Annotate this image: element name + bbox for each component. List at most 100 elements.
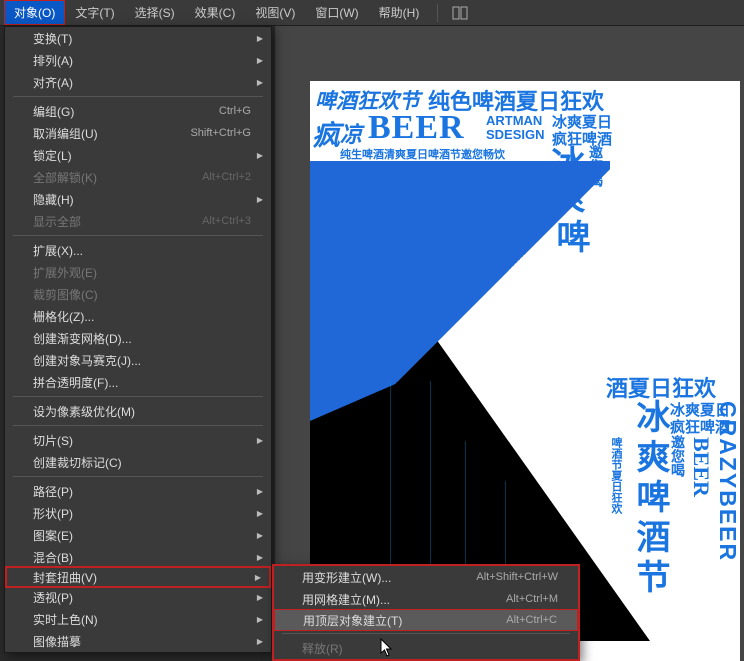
submenu-item: 释放(R) — [274, 637, 578, 659]
menubar-select[interactable]: 选择(S) — [125, 0, 185, 25]
art-text: 邀您喝 — [668, 435, 688, 477]
menu-item-label: 排列(A) — [33, 52, 73, 69]
menu-item-label: 栅格化(Z)... — [33, 308, 94, 325]
menu-item[interactable]: 栅格化(Z)... — [5, 305, 271, 327]
menu-separator — [13, 476, 263, 477]
art-text: BEER — [368, 109, 465, 147]
menu-item[interactable]: 封套扭曲(V) — [5, 566, 271, 588]
menu-item[interactable]: 图案(E) — [5, 524, 271, 546]
menu-item-label: 拼合透明度(F)... — [33, 374, 118, 391]
menu-item-label: 变换(T) — [33, 30, 72, 47]
menu-item-shortcut: Alt+Shift+Ctrl+W — [476, 571, 558, 583]
envelope-distort-submenu: 用变形建立(W)... Alt+Shift+Ctrl+W 用网格建立(M)... Al… — [272, 564, 580, 661]
menu-separator — [13, 396, 263, 397]
menubar-separator — [437, 4, 438, 22]
menu-item: 扩展外观(E) — [5, 261, 271, 283]
art-text: 酒 — [626, 519, 675, 553]
menu-item[interactable]: 对齐(A) — [5, 71, 271, 93]
menu-item[interactable]: 设为像素级优化(M) — [5, 400, 271, 422]
menu-item-label: 用变形建立(W)... — [302, 569, 391, 586]
object-menu: 变换(T) 排列(A) 对齐(A) 编组(G) Ctrl+G 取消编组(U) Shift+C… — [4, 26, 272, 653]
submenu-item[interactable]: 用变形建立(W)... Alt+Shift+Ctrl+W — [274, 566, 578, 588]
menu-item-label: 透视(P) — [33, 589, 73, 606]
menu-item-label: 创建对象马赛克(J)... — [33, 352, 141, 369]
menu-item-label: 编组(G) — [33, 103, 74, 120]
art-text: CRAZYBEER — [714, 401, 741, 562]
menu-item[interactable]: 创建渐变网格(D)... — [5, 327, 271, 349]
menu-item[interactable]: 编组(G) Ctrl+G — [5, 100, 271, 122]
menu-item: 全部解锁(K) Alt+Ctrl+2 — [5, 166, 271, 188]
menu-item[interactable]: 形状(P) — [5, 502, 271, 524]
menu-item[interactable]: 锁定(L) — [5, 144, 271, 166]
menu-item-label: 创建裁切标记(C) — [33, 454, 122, 471]
menu-separator — [13, 96, 263, 97]
art-text: ARTMAN — [486, 113, 542, 128]
menu-item-label: 扩展(X)... — [33, 242, 83, 259]
menu-item[interactable]: 混合(B) — [5, 546, 271, 568]
art-text: 节 — [626, 559, 675, 593]
menubar-window[interactable]: 窗口(W) — [305, 0, 368, 25]
art-text: 疯 — [312, 114, 340, 154]
menu-item[interactable]: 拼合透明度(F)... — [5, 371, 271, 393]
art-text: 啤 — [626, 479, 675, 513]
art-text: 凉 — [340, 117, 362, 149]
menu-item[interactable]: 创建对象马赛克(J)... — [5, 349, 271, 371]
menu-item-label: 混合(B) — [33, 549, 73, 566]
menu-item-label: 创建渐变网格(D)... — [33, 330, 132, 347]
menu-separator — [13, 425, 263, 426]
mouse-cursor-icon — [380, 638, 394, 658]
menubar-type[interactable]: 文字(T) — [65, 0, 124, 25]
art-text: 啤酒节夏日狂欢 — [608, 437, 624, 514]
menu-item[interactable]: 实时上色(N) — [5, 608, 271, 630]
menubar-view[interactable]: 视图(V) — [245, 0, 305, 25]
menu-item[interactable]: 排列(A) — [5, 49, 271, 71]
menu-item-label: 显示全部 — [33, 213, 81, 230]
menu-item[interactable]: 隐藏(H) — [5, 188, 271, 210]
menu-item[interactable]: 变换(T) — [5, 27, 271, 49]
menu-item[interactable]: 取消编组(U) Shift+Ctrl+G — [5, 122, 271, 144]
menu-item-shortcut: Ctrl+G — [219, 105, 251, 117]
menu-item-label: 图案(E) — [33, 527, 73, 544]
menu-item-shortcut: Alt+Ctrl+3 — [202, 215, 251, 227]
menu-item-label: 锁定(L) — [33, 147, 72, 164]
menu-item-label: 用顶层对象建立(T) — [303, 612, 402, 629]
menu-item-label: 封套扭曲(V) — [33, 569, 97, 586]
menu-item[interactable]: 扩展(X)... — [5, 239, 271, 261]
menu-item-label: 扩展外观(E) — [33, 264, 97, 281]
menu-item-shortcut: Alt+Ctrl+2 — [202, 171, 251, 183]
menu-item-label: 实时上色(N) — [33, 611, 98, 628]
menu-item-label: 裁剪图像(C) — [33, 286, 98, 303]
menu-item[interactable]: 创建裁切标记(C) — [5, 451, 271, 473]
arrange-docs-icon[interactable] — [452, 5, 468, 21]
menu-item-label: 切片(S) — [33, 432, 73, 449]
menu-item[interactable]: 透视(P) — [5, 586, 271, 608]
art-text: 冰 — [626, 399, 675, 433]
menu-item[interactable]: 切片(S) — [5, 429, 271, 451]
menu-item: 显示全部 Alt+Ctrl+3 — [5, 210, 271, 232]
menubar-help[interactable]: 帮助(H) — [369, 0, 430, 25]
menu-item[interactable]: 路径(P) — [5, 480, 271, 502]
menu-item-label: 取消编组(U) — [33, 125, 98, 142]
submenu-item[interactable]: 用网格建立(M)... Alt+Ctrl+M — [274, 588, 578, 610]
menu-item-label: 隐藏(H) — [33, 191, 74, 208]
menu-item-label: 全部解锁(K) — [33, 169, 97, 186]
menu-item-label: 用网格建立(M)... — [302, 591, 390, 608]
art-text: BEER — [688, 437, 714, 497]
menu-item-label: 形状(P) — [33, 505, 73, 522]
menu-item-label: 路径(P) — [33, 483, 73, 500]
menu-item-label: 对齐(A) — [33, 74, 73, 91]
menu-item-label: 设为像素级优化(M) — [33, 403, 135, 420]
submenu-item[interactable]: 用顶层对象建立(T) Alt+Ctrl+C — [274, 609, 578, 631]
menubar-effect[interactable]: 效果(C) — [185, 0, 246, 25]
menu-item-label: 释放(R) — [302, 640, 343, 657]
menu-item-shortcut: Alt+Ctrl+M — [506, 593, 558, 605]
menu-item-label: 图像描摹 — [33, 633, 81, 650]
menu-item[interactable]: 图像描摹 — [5, 630, 271, 652]
menubar: 对象(O) 文字(T) 选择(S) 效果(C) 视图(V) 窗口(W) 帮助(H… — [0, 0, 744, 26]
menubar-object[interactable]: 对象(O) — [4, 0, 65, 25]
menu-separator — [13, 235, 263, 236]
art-text: SDESIGN — [486, 127, 545, 142]
menu-item-shortcut: Alt+Ctrl+C — [506, 614, 557, 626]
menu-separator — [282, 633, 570, 634]
menu-item-shortcut: Shift+Ctrl+G — [190, 127, 251, 139]
